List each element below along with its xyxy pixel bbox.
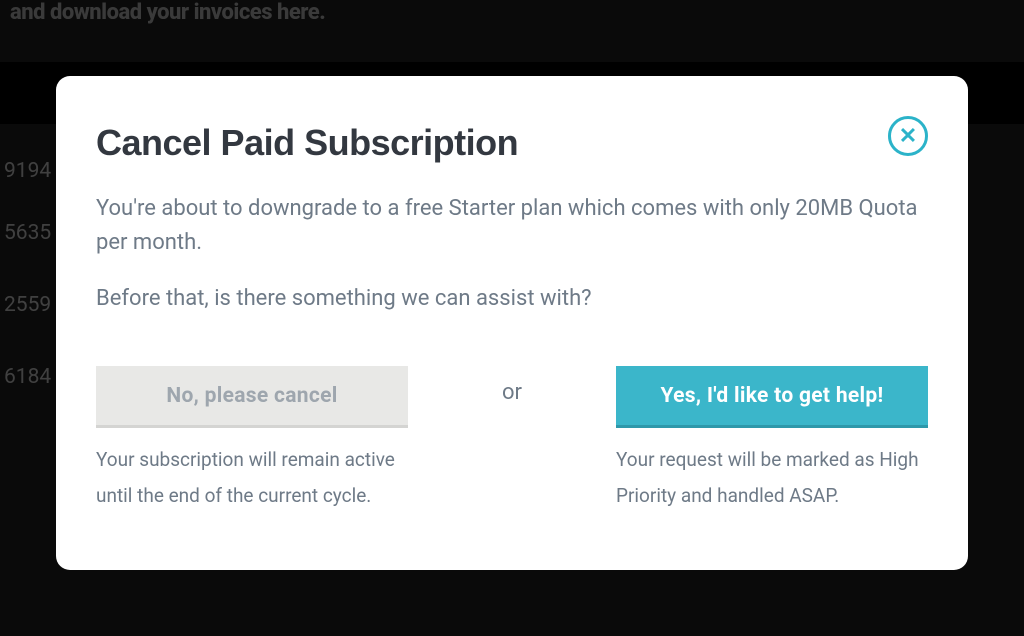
close-button[interactable]: ✕ — [888, 116, 928, 156]
yes-help-button[interactable]: Yes, I'd like to get help! — [616, 366, 928, 428]
modal-overlay: ✕ Cancel Paid Subscription You're about … — [0, 0, 1024, 636]
close-icon: ✕ — [899, 125, 917, 147]
or-separator: or — [482, 366, 542, 405]
help-column: Yes, I'd like to get help! Your request … — [616, 366, 928, 514]
help-caption: Your request will be marked as High Prio… — [616, 442, 928, 514]
cancel-column: No, please cancel Your subscription will… — [96, 366, 408, 514]
modal-button-row: No, please cancel Your subscription will… — [96, 366, 928, 514]
modal-body-line-1: You're about to downgrade to a free Star… — [96, 192, 928, 260]
modal-body-line-2: Before that, is there something we can a… — [96, 282, 928, 316]
cancel-caption: Your subscription will remain active unt… — [96, 442, 408, 514]
no-cancel-button[interactable]: No, please cancel — [96, 366, 408, 428]
cancel-subscription-modal: ✕ Cancel Paid Subscription You're about … — [56, 76, 968, 570]
modal-title: Cancel Paid Subscription — [96, 122, 928, 164]
